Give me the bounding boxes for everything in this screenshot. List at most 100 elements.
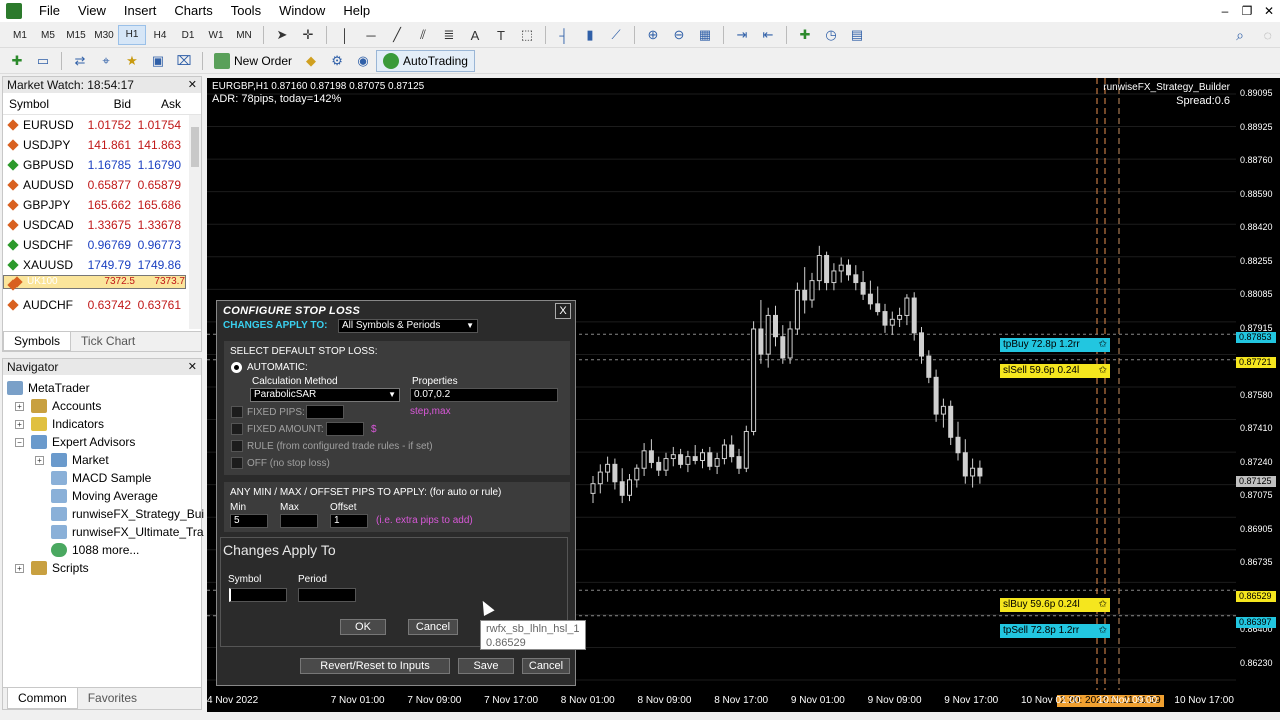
shapes-icon[interactable]: ⬚ <box>516 25 538 45</box>
market-watch-row[interactable]: AUDCHF 0.63742 0.63761 <box>3 295 201 315</box>
dialog-close-button[interactable]: X <box>555 303 571 319</box>
menu-help[interactable]: Help <box>334 0 379 22</box>
level-sl-sell[interactable]: slSell 59.6p 0.24l ✩ <box>1000 364 1110 378</box>
expand-icon[interactable]: + <box>15 420 24 429</box>
offset-input[interactable]: 1 <box>330 514 368 528</box>
tab-favorites[interactable]: Favorites <box>78 688 147 709</box>
timeframe-d1[interactable]: D1 <box>174 30 202 41</box>
zoom-out-icon[interactable]: ⊖ <box>668 25 690 45</box>
periods-icon[interactable]: ◷ <box>820 25 842 45</box>
nav-item-indicators[interactable]: Indicators <box>31 415 104 433</box>
bar-chart-icon[interactable]: ┤ <box>553 25 575 45</box>
level-sl-buy[interactable]: slBuy 59.6p 0.24l ✩ <box>1000 598 1110 612</box>
cancel-button[interactable]: Cancel <box>522 658 570 674</box>
timeframe-m15[interactable]: M15 <box>62 30 90 41</box>
restore-icon[interactable]: ❐ <box>1236 0 1258 22</box>
terminal-icon[interactable]: ▣ <box>147 51 169 71</box>
automatic-radio[interactable] <box>231 362 242 373</box>
level-tp-sell[interactable]: tpSell 72.8p 1.2rr ✩ <box>1000 624 1110 638</box>
fixed-pips-input[interactable] <box>306 405 344 419</box>
nav-item-accounts[interactable]: Accounts <box>31 397 101 415</box>
horizontal-line-icon[interactable]: ─ <box>360 25 382 45</box>
templates-icon[interactable]: ▤ <box>846 25 868 45</box>
community-icon[interactable]: ◌ <box>1264 27 1272 43</box>
scrollbar-thumb[interactable] <box>191 127 199 167</box>
navigator-icon[interactable]: ★ <box>121 51 143 71</box>
market-watch-row[interactable]: USDJPY 141.861 141.863 <box>3 135 201 155</box>
off-checkbox[interactable] <box>231 457 243 469</box>
market-watch-row[interactable]: GBPJPY 165.662 165.686 <box>3 195 201 215</box>
data-window-icon[interactable]: ⌖ <box>95 51 117 71</box>
autotrading-button[interactable]: AutoTrading <box>376 50 475 72</box>
text-label-icon[interactable]: T <box>490 25 512 45</box>
revert-reset-button[interactable]: Revert/Reset to Inputs <box>300 658 450 674</box>
signals-icon[interactable]: ⚙ <box>326 51 348 71</box>
zoom-in-icon[interactable]: ⊕ <box>642 25 664 45</box>
market-watch-row[interactable]: EURUSD 1.01752 1.01754 <box>3 115 201 135</box>
column-header-symbol[interactable]: Symbol <box>3 93 85 114</box>
new-chart-icon[interactable]: ✚ <box>6 51 28 71</box>
crosshair-icon[interactable]: ✛ <box>297 25 319 45</box>
menu-charts[interactable]: Charts <box>165 0 221 22</box>
nav-item-macd-sample[interactable]: MACD Sample <box>51 469 151 487</box>
close-icon[interactable]: ✕ <box>188 77 197 93</box>
close-icon[interactable]: ✕ <box>1258 0 1280 22</box>
market-watch-row[interactable]: USDCAD 1.33675 1.33678 <box>3 215 201 235</box>
calc-method-select[interactable]: ParabolicSAR ▼ <box>250 388 400 402</box>
timeframe-h1[interactable]: H1 <box>118 25 146 45</box>
nav-item-metatrader[interactable]: MetaTrader <box>7 379 90 397</box>
indicators-icon[interactable]: ✚ <box>794 25 816 45</box>
nav-item-market[interactable]: Market <box>51 451 109 469</box>
vps-icon[interactable]: ◉ <box>352 51 374 71</box>
autoscroll-icon[interactable]: ⇥ <box>731 25 753 45</box>
search-icon[interactable]: ⌕ <box>1236 27 1244 44</box>
timeframe-m30[interactable]: M30 <box>90 30 118 41</box>
properties-input[interactable]: 0.07,0.2 <box>410 388 558 402</box>
expand-icon[interactable]: + <box>35 456 44 465</box>
timeframe-h4[interactable]: H4 <box>146 30 174 41</box>
tile-windows-icon[interactable]: ▦ <box>694 25 716 45</box>
ok-button[interactable]: OK <box>340 619 386 635</box>
timeframe-w1[interactable]: W1 <box>202 30 230 41</box>
menu-view[interactable]: View <box>69 0 115 22</box>
new-order-button[interactable]: New Order <box>208 50 298 72</box>
menu-file[interactable]: File <box>30 0 69 22</box>
timeframe-m1[interactable]: M1 <box>6 30 34 41</box>
market-watch-row[interactable]: USDCHF 0.96769 0.96773 <box>3 235 201 255</box>
fibonacci-icon[interactable]: ≣ <box>438 25 460 45</box>
tab-tick-chart[interactable]: Tick Chart <box>71 332 145 351</box>
nav-item-expert-advisors[interactable]: Expert Advisors <box>31 433 135 451</box>
nav-item-runwisefx-strategy-builder[interactable]: runwiseFX_Strategy_Bui <box>51 505 204 523</box>
timeframe-m5[interactable]: M5 <box>34 30 62 41</box>
fixed-amount-checkbox[interactable] <box>231 423 243 435</box>
menu-insert[interactable]: Insert <box>115 0 166 22</box>
market-watch-row[interactable]: GBPUSD 1.16785 1.16790 <box>3 155 201 175</box>
strategy-tester-icon[interactable]: ⌧ <box>173 51 195 71</box>
profiles-icon[interactable]: ▭ <box>32 51 54 71</box>
fixed-amount-input[interactable] <box>326 422 364 436</box>
candlestick-icon[interactable]: ▮ <box>579 25 601 45</box>
scrollbar[interactable] <box>189 115 201 329</box>
column-header-bid[interactable]: Bid <box>85 93 131 114</box>
line-chart-icon[interactable]: ⟋ <box>605 25 627 45</box>
max-input[interactable] <box>280 514 318 528</box>
cursor-arrow-icon[interactable]: ➤ <box>271 25 293 45</box>
market-watch-row[interactable]: AUDUSD 0.65877 0.65879 <box>3 175 201 195</box>
period-input[interactable] <box>298 588 356 602</box>
channel-icon[interactable]: ⫽ <box>412 25 434 45</box>
changes-apply-select[interactable]: All Symbols & Periods ▼ <box>338 319 478 333</box>
market-watch-icon[interactable]: ⇄ <box>69 51 91 71</box>
tab-symbols[interactable]: Symbols <box>3 332 72 351</box>
tab-common[interactable]: Common <box>7 688 78 709</box>
nav-item-moving-average[interactable]: Moving Average <box>51 487 158 505</box>
text-icon[interactable]: A <box>464 25 486 45</box>
trendline-icon[interactable]: ╱ <box>386 25 408 45</box>
timeframe-mn[interactable]: MN <box>230 30 258 41</box>
market-watch-row[interactable]: UK100 7372.5 7373.7 <box>3 275 186 289</box>
nav-item-runwisefx-ultimate[interactable]: runwiseFX_Ultimate_Tra <box>51 523 204 541</box>
expand-icon[interactable]: + <box>15 564 24 573</box>
minimize-icon[interactable]: – <box>1214 0 1236 22</box>
nav-item-more[interactable]: 1088 more... <box>51 541 139 559</box>
collapse-icon[interactable]: − <box>15 438 24 447</box>
metaeditor-icon[interactable]: ◆ <box>300 51 322 71</box>
